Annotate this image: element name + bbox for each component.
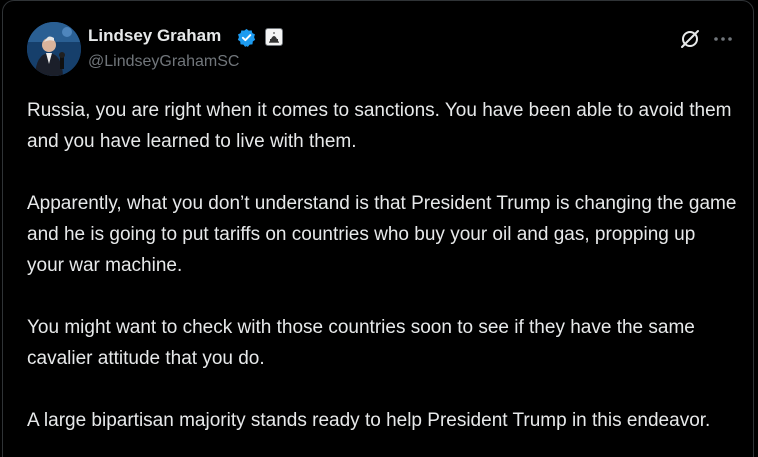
tweet-text: Russia, you are right when it comes to s… — [27, 95, 737, 457]
tweet-paragraph: A large bipartisan majority stands ready… — [27, 410, 711, 431]
government-affiliation-badge[interactable] — [265, 28, 283, 46]
verified-badge-icon[interactable] — [237, 28, 256, 47]
author-name[interactable]: Lindsey Graham — [88, 25, 221, 47]
capitol-building-icon — [269, 32, 279, 43]
tweet-paragraph: Russia, you are right when it comes to s… — [27, 100, 732, 152]
person-at-podium-avatar-icon — [27, 22, 81, 76]
grok-icon[interactable] — [679, 28, 701, 50]
author-handle[interactable]: @LindseyGrahamSC — [88, 51, 239, 73]
tweet-paragraph: Apparently, what you don’t understand is… — [27, 193, 737, 276]
more-icon[interactable] — [711, 28, 735, 50]
tweet-card: Lindsey Graham @LindseyGrahamSC Russia, … — [2, 0, 754, 457]
avatar[interactable] — [27, 22, 81, 76]
tweet-paragraph: You might want to check with those count… — [27, 317, 695, 369]
